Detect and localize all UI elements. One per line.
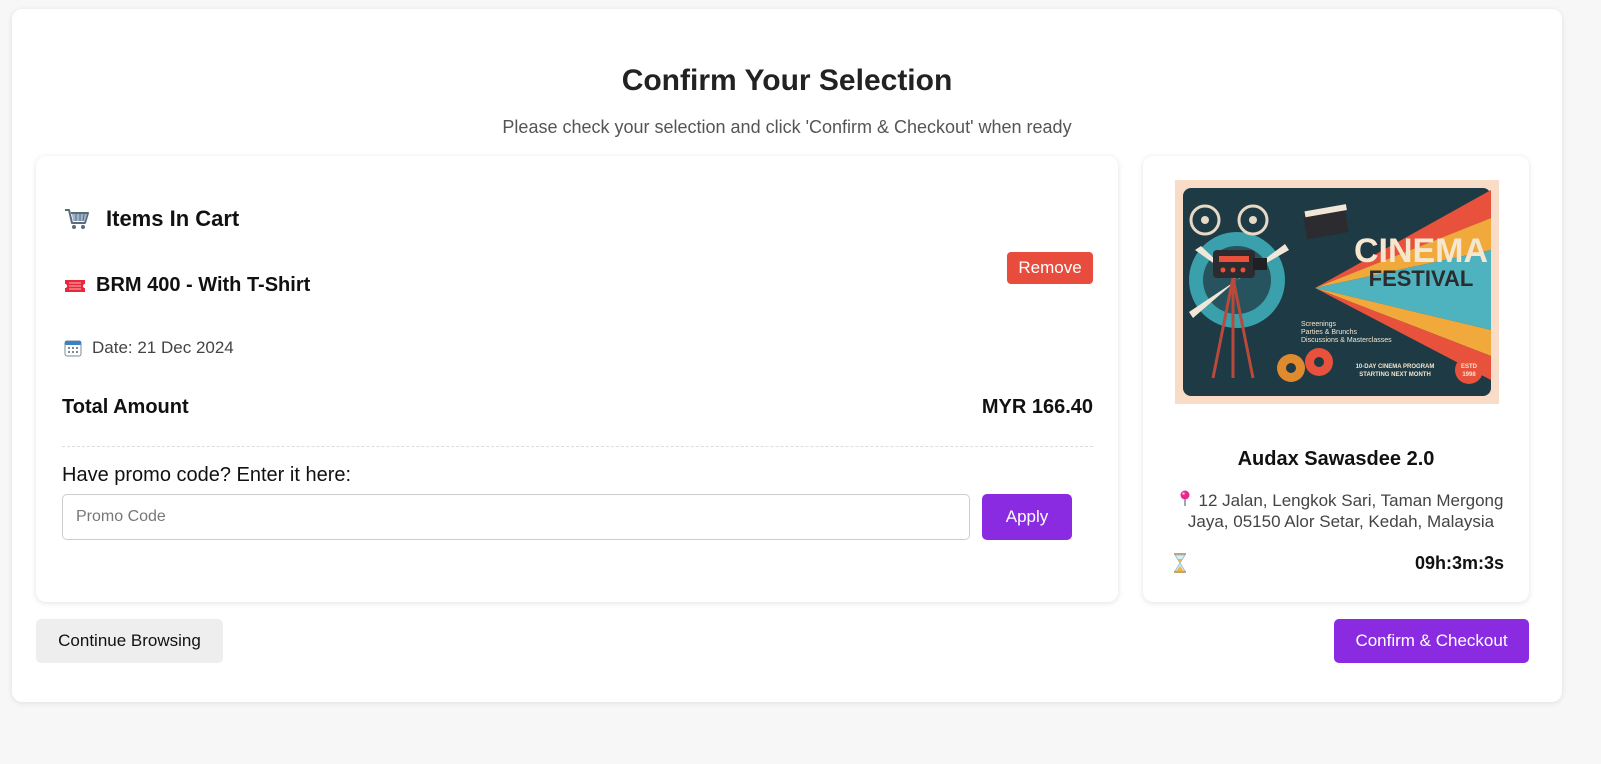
total-row: Total Amount MYR 166.40 <box>62 396 1093 419</box>
page-subtitle: Please check your selection and click 'C… <box>502 117 1072 137</box>
poster-badge-line2: 1998 <box>1462 372 1476 378</box>
cart-title: Items In Cart <box>106 206 240 231</box>
poster-title-line2: FESTIVAL <box>1369 266 1474 291</box>
calendar-icon <box>64 340 82 357</box>
remove-item-button[interactable]: Remove <box>1007 252 1093 284</box>
hourglass-icon <box>1174 553 1186 573</box>
shopping-cart-icon <box>65 209 89 229</box>
cart-panel: Items In Cart Remove BRM 400 - With T-Sh… <box>36 156 1118 602</box>
event-poster: CINEMA FESTIVAL Screenings Parties & Bru… <box>1175 180 1499 404</box>
poster-title-line1: CINEMA <box>1354 232 1488 270</box>
event-address-text: 12 Jalan, Lengkok Sari, Taman Mergong Ja… <box>1187 491 1504 531</box>
cart-item: BRM 400 - With T-Shirt <box>64 274 310 297</box>
poster-bullet-2: Parties & Brunchs <box>1301 329 1358 336</box>
continue-browsing-button[interactable]: Continue Browsing <box>36 619 223 663</box>
confirm-checkout-button[interactable]: Confirm & Checkout <box>1334 619 1529 663</box>
promo-label: Have promo code? Enter it here: <box>62 464 352 486</box>
poster-program-line2: STARTING NEXT MONTH <box>1359 372 1431 378</box>
cart-item-name: BRM 400 - With T-Shirt <box>96 274 311 296</box>
poster-badge-line1: ESTD <box>1461 364 1478 370</box>
poster-bullet-1: Screenings <box>1301 321 1337 328</box>
poster-program-line1: 10-DAY CINEMA PROGRAM <box>1356 364 1435 370</box>
divider <box>62 446 1093 447</box>
cart-item-date-row: Date: 21 Dec 2024 <box>64 338 234 358</box>
event-panel: CINEMA FESTIVAL Screenings Parties & Bru… <box>1143 156 1529 602</box>
cart-header: Items In Cart <box>64 206 239 232</box>
event-name: Audax Sawasdee 2.0 <box>1237 448 1435 470</box>
poster-bullet-3: Discussions & Masterclasses <box>1301 337 1392 344</box>
cart-item-date: Date: 21 Dec 2024 <box>92 338 234 357</box>
apply-promo-button[interactable]: Apply <box>982 494 1072 540</box>
ticket-icon <box>65 279 85 292</box>
page-title: Confirm Your Selection <box>621 64 953 97</box>
countdown-timer: 09h:3m:3s <box>1414 553 1504 573</box>
pin-icon <box>1180 490 1190 506</box>
total-label: Total Amount <box>62 396 189 418</box>
event-address: 12 Jalan, Lengkok Sari, Taman Mergong Ja… <box>1171 490 1511 532</box>
promo-code-input[interactable] <box>62 494 970 540</box>
total-value: MYR 166.40 <box>981 396 1093 418</box>
confirm-selection-card: Confirm Your Selection Please check your… <box>12 9 1562 702</box>
